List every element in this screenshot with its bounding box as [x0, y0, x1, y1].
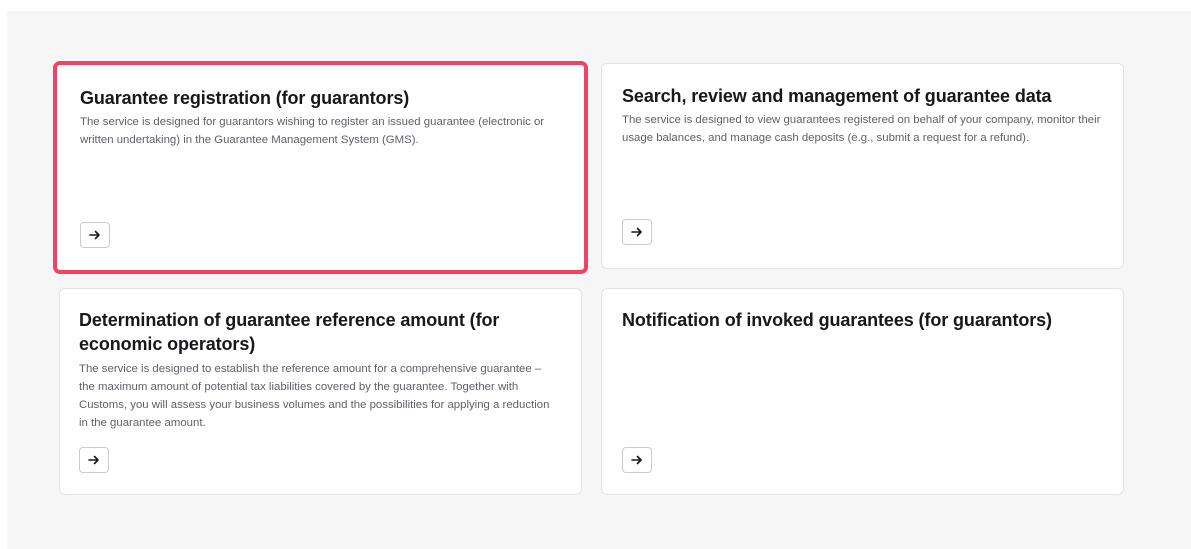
- service-card-guarantee-data-management[interactable]: Search, review and management of guarant…: [601, 63, 1124, 269]
- arrow-right-icon: [631, 227, 642, 237]
- open-service-button[interactable]: [80, 222, 110, 248]
- open-service-button[interactable]: [622, 447, 652, 473]
- service-card-invoked-guarantees[interactable]: Notification of invoked guarantees (for …: [601, 288, 1124, 495]
- open-service-button[interactable]: [622, 219, 652, 245]
- service-card-guarantee-registration[interactable]: Guarantee registration (for guarantors) …: [53, 61, 588, 274]
- card-description: The service is designed to view guarante…: [622, 114, 1101, 144]
- arrow-right-icon: [631, 455, 642, 465]
- card-title: Determination of guarantee reference amo…: [79, 310, 500, 354]
- card-title: Search, review and management of guarant…: [622, 86, 1052, 106]
- card-title: Guarantee registration (for guarantors): [80, 88, 410, 108]
- arrow-right-icon: [89, 230, 100, 240]
- card-title: Notification of invoked guarantees (for …: [622, 310, 1052, 330]
- card-description: The service is designed for guarantors w…: [80, 116, 545, 146]
- card-description: The service is designed to establish the…: [79, 363, 550, 429]
- service-card-reference-amount[interactable]: Determination of guarantee reference amo…: [59, 288, 582, 495]
- open-service-button[interactable]: [79, 447, 109, 473]
- arrow-right-icon: [88, 455, 99, 465]
